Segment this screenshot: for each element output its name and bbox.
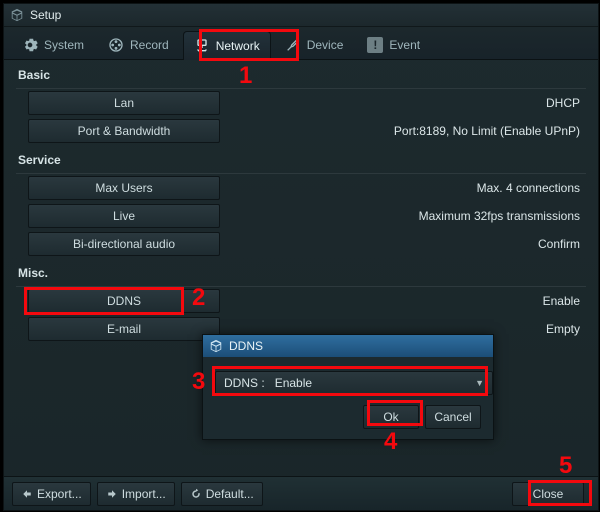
tab-label: Network	[216, 39, 260, 53]
tab-label: Event	[389, 38, 420, 52]
setup-window: Setup System Record Network Device !	[3, 3, 599, 511]
tab-network[interactable]: Network	[183, 31, 271, 60]
import-icon	[106, 488, 118, 500]
tools-icon	[285, 37, 301, 53]
service-live-button[interactable]: Live	[28, 204, 220, 228]
basic-portbw-button[interactable]: Port & Bandwidth	[28, 119, 220, 143]
button-label: Port & Bandwidth	[78, 124, 171, 138]
basic-lan-value: DHCP	[546, 96, 586, 110]
service-biaudio-value: Confirm	[538, 237, 586, 251]
dialog-cancel-button[interactable]: Cancel	[425, 405, 481, 429]
button-label: Close	[533, 487, 564, 501]
service-biaudio-button[interactable]: Bi-directional audio	[28, 232, 220, 256]
section-header-service: Service	[16, 145, 586, 174]
misc-email-value: Empty	[546, 322, 586, 336]
button-label: Cancel	[434, 410, 471, 424]
network-icon	[194, 38, 210, 54]
close-button[interactable]: Close	[512, 482, 584, 506]
tab-bar: System Record Network Device ! Event	[4, 27, 598, 60]
dialog-title: DDNS	[229, 339, 263, 353]
combo-text: DDNS : Enable	[224, 376, 312, 390]
button-label: Live	[113, 209, 135, 223]
button-label: Bi-directional audio	[73, 237, 175, 251]
tab-record[interactable]: Record	[98, 31, 179, 59]
gear-icon	[22, 37, 38, 53]
reel-icon	[108, 37, 124, 53]
section-header-misc: Misc.	[16, 258, 586, 287]
misc-ddns-button[interactable]: DDNS	[28, 289, 220, 313]
tab-system[interactable]: System	[12, 31, 94, 59]
button-label: Export...	[37, 487, 82, 501]
tab-label: Device	[307, 38, 344, 52]
tab-event[interactable]: ! Event	[357, 31, 430, 59]
button-label: DDNS	[107, 294, 141, 308]
service-live-value: Maximum 32fps transmissions	[419, 209, 586, 223]
tab-device[interactable]: Device	[275, 31, 354, 59]
alert-icon: !	[367, 37, 383, 53]
window-title: Setup	[30, 8, 61, 22]
basic-lan-button[interactable]: Lan	[28, 91, 220, 115]
misc-email-button[interactable]: E-mail	[28, 317, 220, 341]
section-header-basic: Basic	[16, 60, 586, 89]
dialog-ok-button[interactable]: Ok	[363, 405, 419, 429]
settings-body: Basic Lan DHCP Port & Bandwidth Port:818…	[4, 60, 598, 343]
service-maxusers-button[interactable]: Max Users	[28, 176, 220, 200]
button-label: Default...	[206, 487, 254, 501]
button-label: Max Users	[95, 181, 152, 195]
export-button[interactable]: Export...	[12, 482, 91, 506]
button-label: E-mail	[107, 322, 141, 336]
misc-ddns-value: Enable	[543, 294, 586, 308]
tab-label: System	[44, 38, 84, 52]
refresh-icon	[190, 488, 202, 500]
ddns-combo[interactable]: DDNS : Enable ▼	[215, 371, 493, 395]
default-button[interactable]: Default...	[181, 482, 263, 506]
titlebar: Setup	[4, 4, 598, 27]
ddns-dialog: DDNS DDNS : Enable ▼ Ok Cancel	[202, 334, 494, 440]
button-label: Import...	[122, 487, 166, 501]
dialog-titlebar: DDNS	[203, 335, 493, 357]
button-label: Lan	[114, 96, 134, 110]
export-icon	[21, 488, 33, 500]
import-button[interactable]: Import...	[97, 482, 175, 506]
tab-label: Record	[130, 38, 169, 52]
dialog-cube-icon	[209, 339, 223, 353]
service-maxusers-value: Max. 4 connections	[477, 181, 586, 195]
button-label: Ok	[383, 410, 398, 424]
basic-portbw-value: Port:8189, No Limit (Enable UPnP)	[394, 124, 586, 138]
app-cube-icon	[10, 8, 24, 22]
chevron-down-icon: ▼	[475, 378, 484, 388]
footer-bar: Export... Import... Default... Close	[4, 476, 598, 510]
